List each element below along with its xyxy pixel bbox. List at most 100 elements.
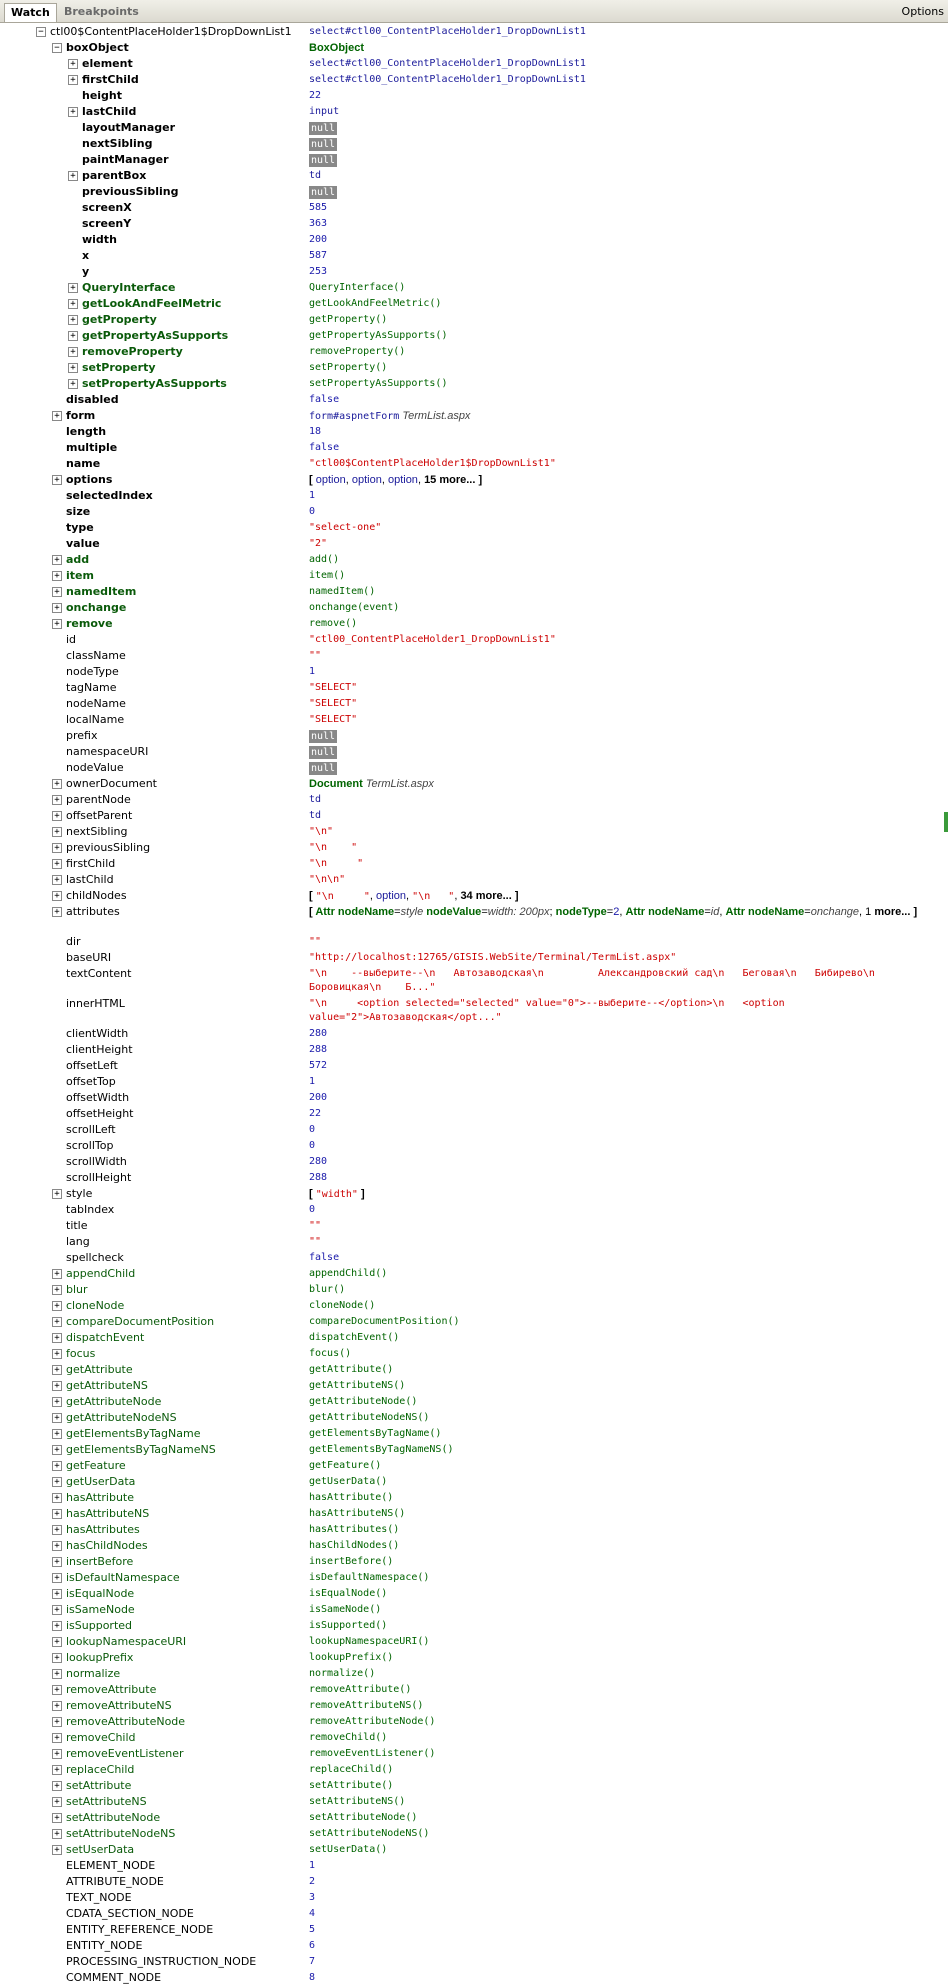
- watch-row[interactable]: + parentBox td: [0, 168, 948, 184]
- watch-row[interactable]: offsetTop 1: [0, 1074, 948, 1090]
- property-value[interactable]: getAttribute(): [309, 1362, 939, 1377]
- property-value[interactable]: "\n <option selected="selected" value="0…: [309, 996, 939, 1025]
- watch-row[interactable]: ELEMENT_NODE 1: [0, 1858, 948, 1874]
- watch-row[interactable]: clientWidth 280: [0, 1026, 948, 1042]
- property-value[interactable]: 0: [309, 504, 939, 519]
- property-value[interactable]: [ Attr nodeName=style nodeValue=width: 2…: [309, 904, 939, 919]
- property-value[interactable]: setAttributeNodeNS(): [309, 1826, 939, 1841]
- property-value[interactable]: null: [309, 152, 939, 167]
- property-value[interactable]: 3: [309, 1890, 939, 1905]
- watch-row[interactable]: + hasChildNodes hasChildNodes(): [0, 1538, 948, 1554]
- expand-icon[interactable]: +: [52, 1573, 62, 1583]
- property-value[interactable]: 288: [309, 1042, 939, 1057]
- property-value[interactable]: "": [309, 1218, 939, 1233]
- watch-row[interactable]: type "select-one": [0, 520, 948, 536]
- watch-row[interactable]: + firstChild "\n ": [0, 856, 948, 872]
- property-value[interactable]: false: [309, 392, 939, 407]
- watch-row[interactable]: spellcheck false: [0, 1250, 948, 1266]
- expand-icon[interactable]: +: [52, 1845, 62, 1855]
- watch-row[interactable]: + setPropertyAsSupports setPropertyAsSuppo…: [0, 376, 948, 392]
- expand-icon[interactable]: +: [52, 1621, 62, 1631]
- watch-row[interactable]: layoutManager null: [0, 120, 948, 136]
- property-value[interactable]: setAttribute(): [309, 1778, 939, 1793]
- expand-icon[interactable]: +: [52, 1557, 62, 1567]
- property-value[interactable]: 8: [309, 1970, 939, 1985]
- watch-row[interactable]: nodeType 1: [0, 664, 948, 680]
- expand-icon[interactable]: +: [52, 587, 62, 597]
- watch-row[interactable]: width 200: [0, 232, 948, 248]
- expand-icon[interactable]: +: [52, 1317, 62, 1327]
- expand-icon[interactable]: +: [68, 347, 78, 357]
- watch-row[interactable]: + removeChild removeChild(): [0, 1730, 948, 1746]
- watch-row[interactable]: height 22: [0, 88, 948, 104]
- options-button[interactable]: Options: [902, 3, 944, 21]
- property-value[interactable]: isEqualNode(): [309, 1586, 939, 1601]
- property-value[interactable]: null: [309, 136, 939, 151]
- watch-row[interactable]: namespaceURI null: [0, 744, 948, 760]
- watch-row[interactable]: + previousSibling "\n ": [0, 840, 948, 856]
- watch-row[interactable]: ENTITY_REFERENCE_NODE 5: [0, 1922, 948, 1938]
- property-value[interactable]: insertBefore(): [309, 1554, 939, 1569]
- watch-row[interactable]: value "2": [0, 536, 948, 552]
- watch-row[interactable]: tabIndex 0: [0, 1202, 948, 1218]
- watch-row[interactable]: + offsetParent td: [0, 808, 948, 824]
- property-value[interactable]: 200: [309, 1090, 939, 1105]
- property-value[interactable]: "2": [309, 536, 939, 551]
- watch-row[interactable]: + childNodes [ "\n ", option, "\n ", 34 mo…: [0, 888, 948, 904]
- watch-row[interactable]: offsetHeight 22: [0, 1106, 948, 1122]
- watch-row[interactable]: + ownerDocument Document TermList.aspx: [0, 776, 948, 792]
- expand-icon[interactable]: +: [52, 1669, 62, 1679]
- watch-row[interactable]: innerHTML "\n <option selected="selected"…: [0, 996, 948, 1026]
- watch-row[interactable]: + namedItem namedItem(): [0, 584, 948, 600]
- watch-row[interactable]: + appendChild appendChild(): [0, 1266, 948, 1282]
- property-value[interactable]: removeAttributeNS(): [309, 1698, 939, 1713]
- watch-row[interactable]: x 587: [0, 248, 948, 264]
- watch-row[interactable]: + getElementsByTagNameNS getElementsByTagN…: [0, 1442, 948, 1458]
- property-value[interactable]: removeProperty(): [309, 344, 939, 359]
- watch-row[interactable]: offsetWidth 200: [0, 1090, 948, 1106]
- property-value[interactable]: null: [309, 744, 939, 759]
- watch-row[interactable]: nodeValue null: [0, 760, 948, 776]
- property-value[interactable]: "ctl00$ContentPlaceHolder1$DropDownList1…: [309, 456, 939, 471]
- watch-row[interactable]: − ctl00$ContentPlaceHolder1$DropDownList1…: [0, 24, 948, 40]
- watch-row[interactable]: + remove remove(): [0, 616, 948, 632]
- expand-icon[interactable]: +: [68, 363, 78, 373]
- expand-icon[interactable]: +: [52, 1285, 62, 1295]
- property-value[interactable]: getProperty(): [309, 312, 939, 327]
- watch-row[interactable]: + element select#ctl00_ContentPlaceHolder1…: [0, 56, 948, 72]
- property-value[interactable]: onchange(event): [309, 600, 939, 615]
- property-value[interactable]: 280: [309, 1154, 939, 1169]
- watch-row[interactable]: + onchange onchange(event): [0, 600, 948, 616]
- property-value[interactable]: QueryInterface(): [309, 280, 939, 295]
- expand-icon[interactable]: +: [68, 299, 78, 309]
- expand-icon[interactable]: +: [52, 1301, 62, 1311]
- property-value[interactable]: 6: [309, 1938, 939, 1953]
- property-value[interactable]: setUserData(): [309, 1842, 939, 1857]
- expand-icon[interactable]: +: [52, 1717, 62, 1727]
- expand-icon[interactable]: +: [52, 891, 62, 901]
- watch-row[interactable]: + options [ option, option, option, 15 mor…: [0, 472, 948, 488]
- property-value[interactable]: "SELECT": [309, 712, 939, 727]
- expand-icon[interactable]: +: [52, 619, 62, 629]
- property-value[interactable]: 1: [309, 1858, 939, 1873]
- expand-icon[interactable]: +: [52, 1637, 62, 1647]
- property-value[interactable]: removeAttribute(): [309, 1682, 939, 1697]
- watch-row[interactable]: paintManager null: [0, 152, 948, 168]
- expand-icon[interactable]: +: [52, 1397, 62, 1407]
- property-value[interactable]: removeAttributeNode(): [309, 1714, 939, 1729]
- expand-icon[interactable]: +: [52, 1429, 62, 1439]
- watch-row[interactable]: title "": [0, 1218, 948, 1234]
- expand-icon[interactable]: +: [52, 1765, 62, 1775]
- property-value[interactable]: 280: [309, 1026, 939, 1041]
- property-value[interactable]: appendChild(): [309, 1266, 939, 1281]
- property-value[interactable]: namedItem(): [309, 584, 939, 599]
- expand-icon[interactable]: +: [52, 603, 62, 613]
- watch-row[interactable]: + removeAttributeNS removeAttributeNS(): [0, 1698, 948, 1714]
- watch-row[interactable]: + removeAttribute removeAttribute(): [0, 1682, 948, 1698]
- expand-icon[interactable]: +: [52, 811, 62, 821]
- watch-row[interactable]: + isSameNode isSameNode(): [0, 1602, 948, 1618]
- watch-row[interactable]: + hasAttributes hasAttributes(): [0, 1522, 948, 1538]
- property-value[interactable]: 288: [309, 1170, 939, 1185]
- property-value[interactable]: hasAttributeNS(): [309, 1506, 939, 1521]
- expand-icon[interactable]: +: [52, 1413, 62, 1423]
